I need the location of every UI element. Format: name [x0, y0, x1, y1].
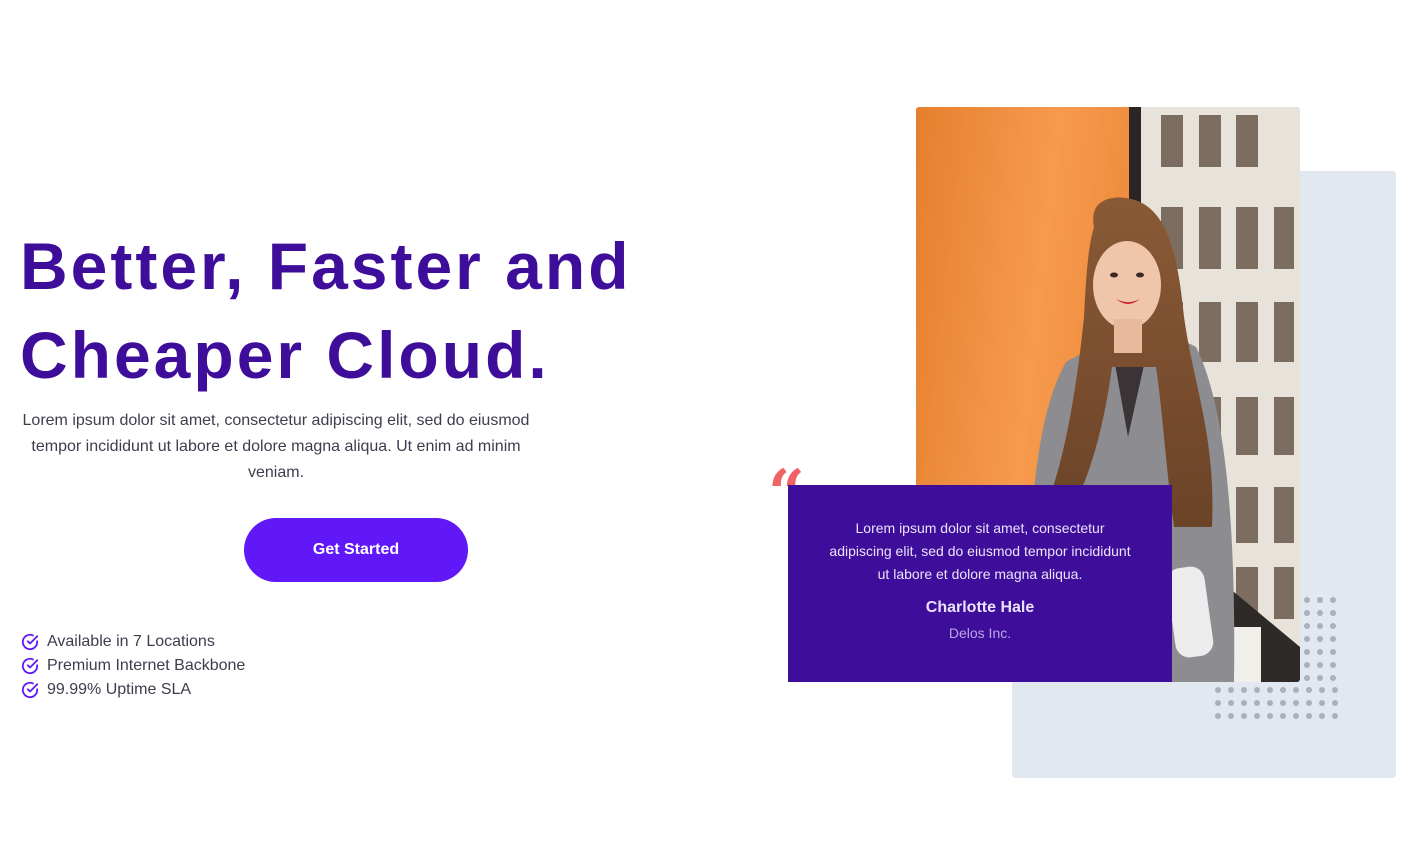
dot — [1290, 684, 1303, 697]
hero-title: Better, Faster and Cheaper Cloud. — [20, 222, 720, 400]
hero-title-line-2: Cheaper Cloud. — [20, 318, 550, 392]
dot — [1327, 607, 1340, 620]
feature-item: 99.99% Uptime SLA — [20, 678, 245, 702]
dot — [1314, 594, 1327, 607]
dot — [1212, 684, 1225, 697]
feature-item: Premium Internet Backbone — [20, 654, 245, 678]
dot — [1238, 710, 1251, 723]
check-circle-icon — [21, 657, 39, 675]
dot — [1301, 620, 1314, 633]
testimonial-card: Lorem ipsum dolor sit amet, consectetur … — [788, 485, 1172, 682]
dot — [1251, 684, 1264, 697]
testimonial-author-name: Charlotte Hale — [925, 599, 1035, 616]
dot — [1251, 710, 1264, 723]
dot — [1314, 659, 1327, 672]
check-circle-icon — [21, 681, 39, 699]
feature-label: Available in 7 Locations — [47, 633, 215, 650]
get-started-button[interactable]: Get Started — [244, 518, 468, 582]
dot — [1301, 633, 1314, 646]
dot — [1327, 594, 1340, 607]
dot — [1301, 594, 1314, 607]
dot — [1290, 697, 1303, 710]
dot — [1264, 684, 1277, 697]
dot — [1329, 710, 1342, 723]
hero-description: Lorem ipsum dolor sit amet, consectetur … — [22, 412, 530, 481]
dot — [1301, 659, 1314, 672]
dot — [1314, 633, 1327, 646]
testimonial-author-company: Delos Inc. — [948, 625, 1012, 641]
dot — [1303, 710, 1316, 723]
dot — [1327, 659, 1340, 672]
dot — [1303, 697, 1316, 710]
dot — [1264, 697, 1277, 710]
dot — [1327, 620, 1340, 633]
dot — [1301, 646, 1314, 659]
dot — [1327, 633, 1340, 646]
dot — [1225, 710, 1238, 723]
feature-label: Premium Internet Backbone — [47, 657, 246, 674]
dot — [1277, 697, 1290, 710]
dot — [1314, 646, 1327, 659]
dot — [1329, 684, 1342, 697]
testimonial-quote: Lorem ipsum dolor sit amet, consectetur … — [829, 520, 1131, 582]
dot — [1316, 684, 1329, 697]
dot-pattern-horizontal — [1212, 684, 1342, 723]
dot-pattern-vertical — [1301, 594, 1340, 685]
dot — [1277, 684, 1290, 697]
dot — [1225, 684, 1238, 697]
dot — [1314, 620, 1327, 633]
dot — [1212, 710, 1225, 723]
dot — [1290, 710, 1303, 723]
feature-list: Available in 7 Locations Premium Interne… — [20, 630, 245, 702]
dot — [1303, 684, 1316, 697]
dot — [1316, 697, 1329, 710]
dot — [1212, 697, 1225, 710]
dot — [1238, 684, 1251, 697]
feature-item: Available in 7 Locations — [20, 630, 245, 654]
dot — [1329, 697, 1342, 710]
dot — [1316, 710, 1329, 723]
dot — [1301, 607, 1314, 620]
dot — [1238, 697, 1251, 710]
dot — [1277, 710, 1290, 723]
hero-title-line-1: Better, Faster and — [20, 229, 632, 303]
dot — [1225, 697, 1238, 710]
dot — [1264, 710, 1277, 723]
feature-label: 99.99% Uptime SLA — [47, 681, 192, 698]
dot — [1251, 697, 1264, 710]
dot — [1314, 607, 1327, 620]
check-circle-icon — [21, 633, 39, 651]
dot — [1327, 646, 1340, 659]
